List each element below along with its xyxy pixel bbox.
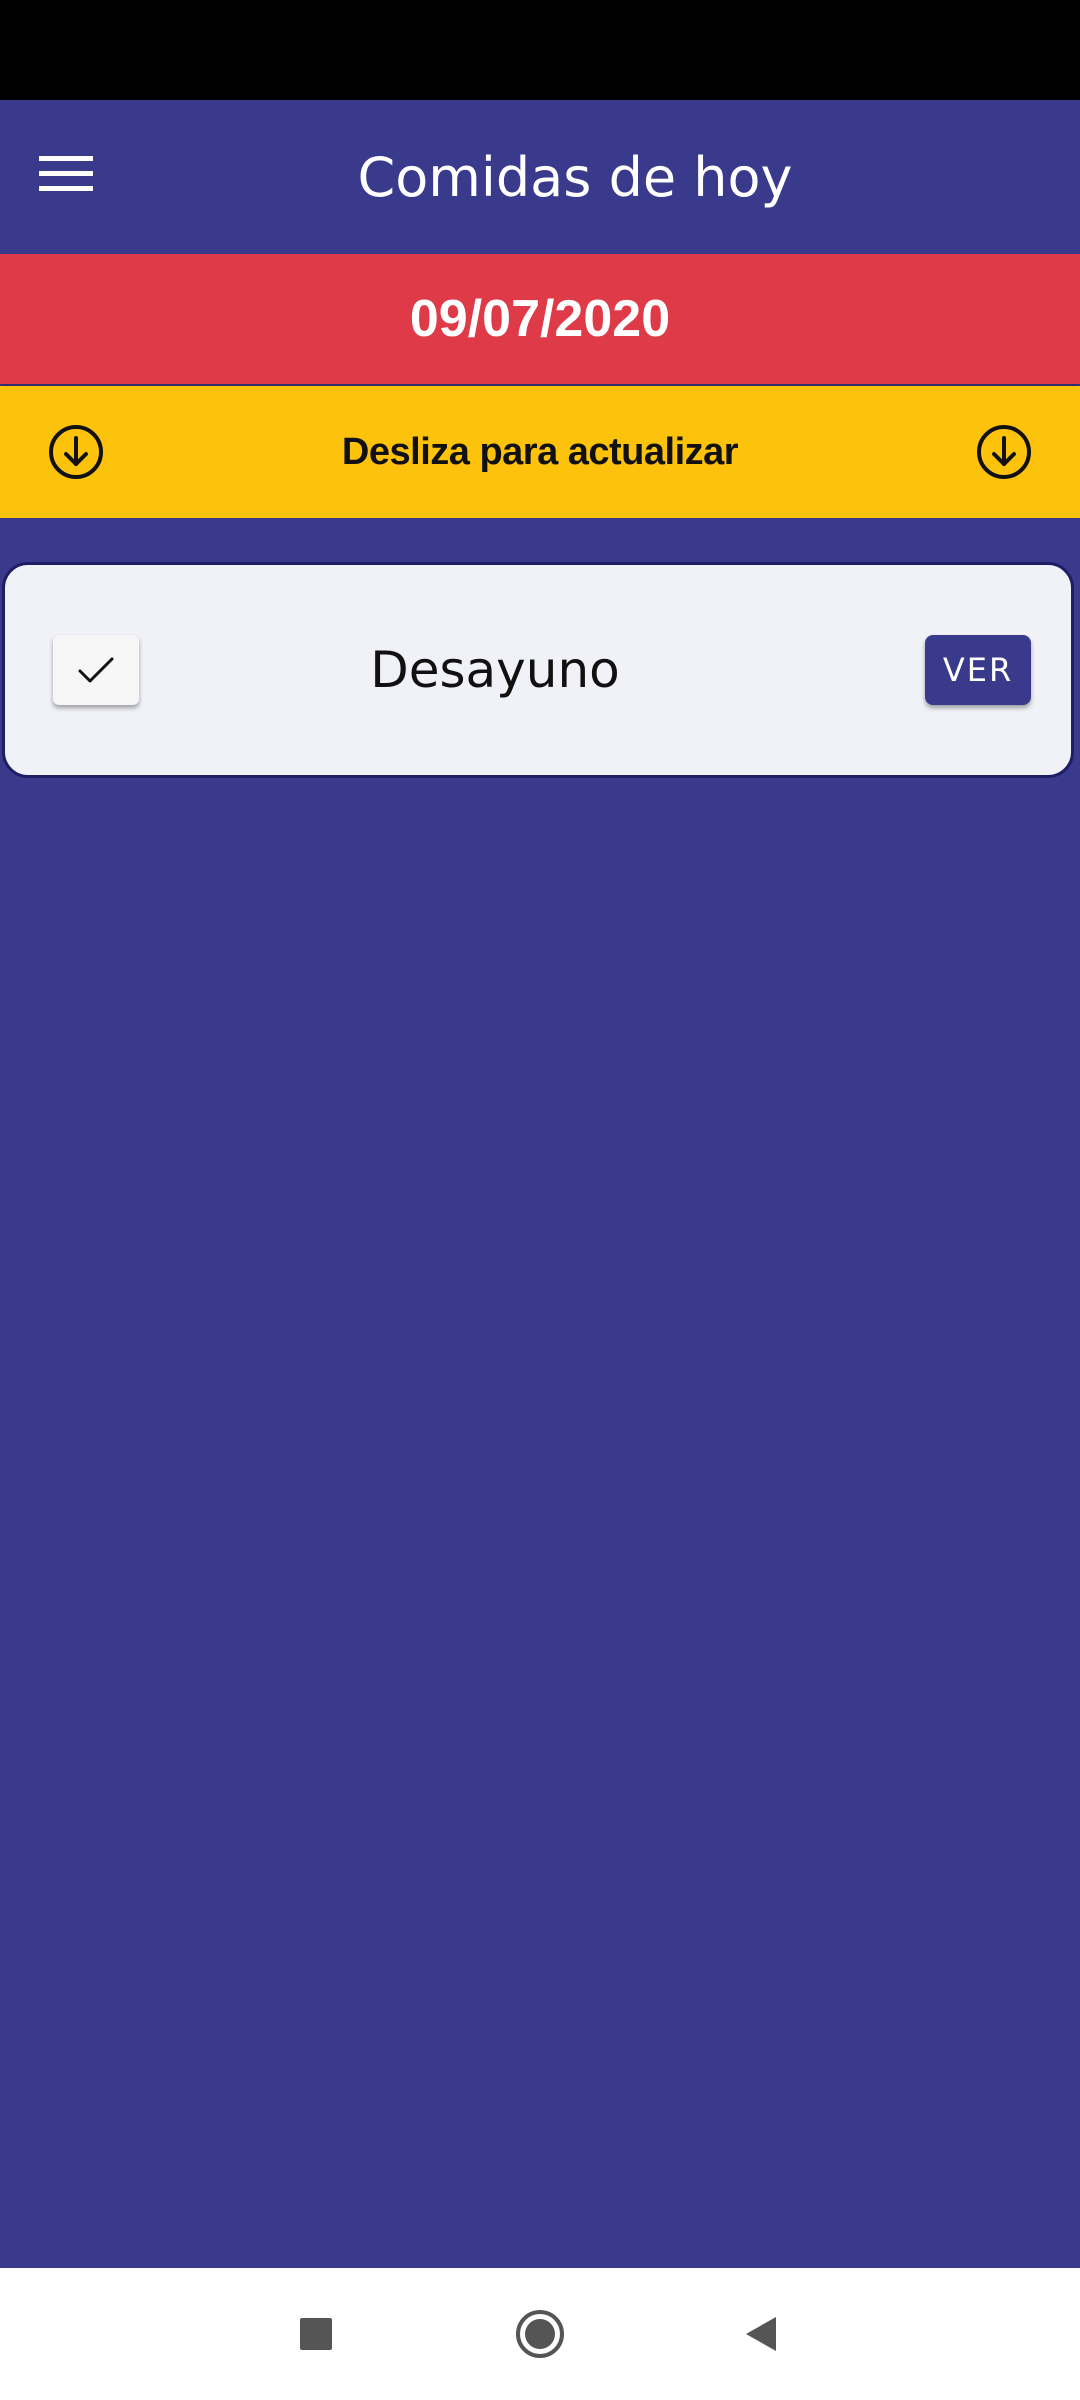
meal-done-checkbox[interactable] xyxy=(53,635,139,705)
back-icon xyxy=(746,2317,776,2351)
system-nav-bar xyxy=(0,2268,1080,2400)
refresh-hint-label: Desliza para actualizar xyxy=(341,430,739,473)
date-banner: 09/07/2020 xyxy=(0,254,1080,384)
arrow-down-circle-icon xyxy=(977,425,1031,479)
refresh-hint-bar[interactable]: Desliza para actualizar xyxy=(0,386,1080,518)
meal-name: Desayuno xyxy=(370,641,620,699)
back-button[interactable] xyxy=(722,2294,802,2374)
recents-button[interactable] xyxy=(276,2294,356,2374)
page-title: Comidas de hoy xyxy=(357,145,793,209)
menu-button[interactable] xyxy=(24,132,108,216)
meal-card: Desayuno VER xyxy=(2,562,1074,778)
view-meal-button[interactable]: VER xyxy=(925,635,1031,705)
arrow-down-circle-icon xyxy=(49,425,103,479)
home-button[interactable] xyxy=(500,2294,580,2374)
status-bar xyxy=(0,0,1080,100)
recents-icon xyxy=(300,2318,332,2350)
checkmark-icon xyxy=(78,657,114,683)
app-bar: Comidas de hoy xyxy=(0,100,1080,254)
hamburger-menu-icon xyxy=(39,156,93,191)
home-icon xyxy=(516,2310,564,2358)
